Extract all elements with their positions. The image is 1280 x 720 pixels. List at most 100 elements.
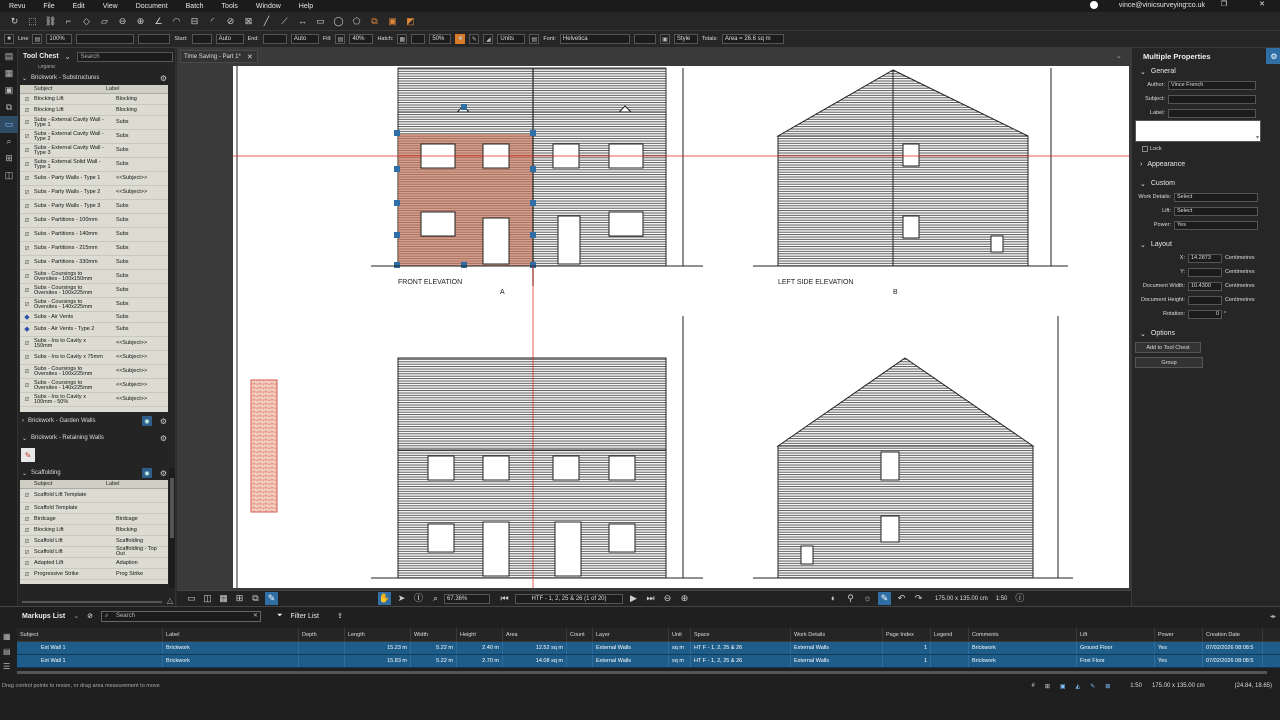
column-header[interactable]: Width xyxy=(411,628,457,641)
rotate-icon[interactable]: ↻ xyxy=(8,15,21,28)
tool-item[interactable]: ⧄ Subs - Party Walls - Type 1 <<Subject>> xyxy=(20,172,168,186)
tool-item[interactable]: ⧄ Subs - Coursings to Oversites - 100x150… xyxy=(20,270,168,284)
measure-color-icon[interactable]: ◢ xyxy=(483,34,494,44)
tool-item[interactable]: ⧄ Blocking Lift Blocking xyxy=(20,94,168,105)
count-icon[interactable]: ⊕ xyxy=(134,15,147,28)
thumbnails-icon[interactable]: ▤ xyxy=(0,48,18,65)
tool-item[interactable]: ⧄ Subs - Ins to Cavity x 100mm - 50% <<Sub… xyxy=(20,393,168,407)
document-width-field[interactable]: 10.4300 xyxy=(1188,281,1222,291)
close-window-icon[interactable]: ✕ xyxy=(1259,0,1265,8)
panel-collapse-icon[interactable]: ◂▸ xyxy=(1270,613,1276,620)
tool-item[interactable]: ⧄ Subs - Partitions - 100mm Subs xyxy=(20,214,168,228)
section-brickwork-substructures[interactable]: ⌄ Brickwork - Substructures ⚙ xyxy=(18,71,175,85)
line-icon[interactable]: ╱ xyxy=(260,15,273,28)
start-dropdown[interactable] xyxy=(191,34,212,44)
tool-item[interactable]: ⧄ Birdcage Birdcage xyxy=(20,514,168,525)
tool-mode-icon[interactable]: ◉ xyxy=(142,468,152,478)
end-auto-field[interactable]: Auto xyxy=(290,34,319,44)
zoom-field[interactable]: 67.36% xyxy=(444,593,490,604)
area-icon[interactable]: ◇ xyxy=(80,15,93,28)
menu-revu[interactable]: Revu xyxy=(9,3,25,10)
polylength-icon[interactable]: ⌐ xyxy=(62,15,75,28)
section-scaffolding[interactable]: ⌄ Scaffolding ◉ ⚙ xyxy=(18,466,175,480)
search-panel-icon[interactable]: ⌕ xyxy=(0,133,18,150)
info-icon[interactable]: ⓘ xyxy=(1013,592,1026,605)
column-header[interactable]: Label xyxy=(163,628,299,641)
section-custom[interactable]: ⌄ Custom xyxy=(1132,177,1280,190)
line-style-dropdown[interactable] xyxy=(76,34,135,44)
tool-item[interactable]: ⧄ Progressive Strike Prog Strike xyxy=(20,569,168,580)
tool-item[interactable]: ⧄ Subs - Coursings to Oversites - 100x225… xyxy=(20,284,168,298)
column-header[interactable]: Lift xyxy=(1077,628,1155,641)
text-select-icon[interactable]: Ⓘ xyxy=(412,592,425,605)
expand-icon[interactable]: ▾ xyxy=(1256,134,1259,141)
section-layout[interactable]: ⌄ Layout xyxy=(1132,238,1280,251)
tab-menu-icon[interactable]: ⌄ xyxy=(1116,52,1122,60)
markups-hscroll[interactable] xyxy=(17,671,1267,674)
gear-icon[interactable]: ⚙ xyxy=(160,74,167,83)
dimension-icon[interactable]: ↔ xyxy=(296,15,309,28)
forward-icon[interactable]: ⊕ xyxy=(678,592,691,605)
column-header[interactable]: Subject xyxy=(17,628,163,641)
document-height-field[interactable] xyxy=(1188,295,1222,305)
subject-field[interactable] xyxy=(1168,94,1256,104)
column-header[interactable]: Page Index xyxy=(883,628,931,641)
calibrate-icon[interactable]: ⊠ xyxy=(242,15,255,28)
tool-item[interactable]: ⧄ Scaffold Lift Template xyxy=(20,489,168,503)
polygon-icon[interactable]: ⬠ xyxy=(350,15,363,28)
rotation-field[interactable]: 0 xyxy=(1188,309,1222,319)
markup-area-selected[interactable] xyxy=(398,134,533,266)
contrast-icon[interactable]: ◐ xyxy=(827,592,840,605)
column-header[interactable]: Depth xyxy=(299,628,345,641)
section-brickwork-retaining-walls[interactable]: ⌄ Brickwork - Retaining Walls ⚙ xyxy=(18,431,175,445)
next-page-icon[interactable]: ▶ xyxy=(627,592,640,605)
perimeter-icon[interactable]: ▱ xyxy=(98,15,111,28)
menu-document[interactable]: Document xyxy=(136,3,168,10)
tool-item[interactable]: ⧄ Subs - Ins to Cavity x 150mm <<Subject>> xyxy=(20,337,168,351)
hatch-pattern-icon[interactable]: ▦ xyxy=(397,34,408,44)
section-brickwork-garden-walls[interactable]: › Brickwork - Garden Walls ◉ ⚙ xyxy=(18,414,175,428)
tool-item[interactable]: ⧄ Subs - Partitions - 215mm Subs xyxy=(20,242,168,256)
link-icon[interactable]: ⛓ xyxy=(44,15,57,28)
layers-icon[interactable]: ⊞ xyxy=(0,150,18,167)
gear-icon[interactable]: ⚙ xyxy=(160,417,167,426)
totals-dropdown[interactable]: Area = 26.6 sq m xyxy=(721,34,784,44)
column-header[interactable]: Legend xyxy=(931,628,969,641)
brush-icon[interactable]: ✎ xyxy=(469,34,480,44)
tool-item[interactable]: ◆ Subs - Air Vents Subs xyxy=(20,312,168,323)
stamp-icon[interactable]: ▣ xyxy=(386,15,399,28)
gear-icon[interactable]: ⚙ xyxy=(160,469,167,478)
tool-chest-icon[interactable]: ▭ xyxy=(0,116,18,133)
reuse-icon[interactable]: ✎ xyxy=(1090,683,1095,690)
menu-view[interactable]: View xyxy=(103,3,118,10)
hatch-opacity-field[interactable]: 50% xyxy=(429,34,452,44)
gear-icon[interactable]: ⚙ xyxy=(160,434,167,443)
sync-icon[interactable]: ⊠ xyxy=(1105,683,1110,690)
tool-item[interactable]: ⧄ Subs - Coursings to Oversites - 100x225… xyxy=(20,365,168,379)
tool-item[interactable]: ⧄ Subs - Coursings to Oversites - 140x225… xyxy=(20,379,168,393)
polyline-icon[interactable]: ⟋ xyxy=(278,15,291,28)
snap-markup-icon[interactable]: ◭ xyxy=(1076,683,1081,690)
tool-item[interactable]: ⧄ Blocking Lift Blocking xyxy=(20,105,168,116)
tool-item[interactable]: ⧄ Blocking Lift Blocking xyxy=(20,525,168,536)
restore-icon[interactable]: ❐ xyxy=(1221,0,1227,8)
redo-icon[interactable]: ↷ xyxy=(912,592,925,605)
column-header[interactable]: Power xyxy=(1155,628,1203,641)
lift-dropdown[interactable]: Select xyxy=(1174,206,1258,216)
arc-icon[interactable]: ◜ xyxy=(206,15,219,28)
work-details-dropdown[interactable]: Select xyxy=(1174,192,1258,202)
column-header[interactable]: Area xyxy=(503,628,567,641)
document-tab[interactable]: Time Saving - Part 1* ✕ xyxy=(180,50,258,63)
column-header[interactable]: Work Details xyxy=(791,628,883,641)
menu-batch[interactable]: Batch xyxy=(186,3,204,10)
markup-row[interactable]: Ext Wall 1 Brickwork 15.23 m 5.22 m 2.40 m 12… xyxy=(17,642,1280,655)
markups-menu-icon[interactable]: ⌄ xyxy=(73,612,79,620)
radius-icon[interactable]: ◠ xyxy=(170,15,183,28)
section-options[interactable]: ⌄ Options xyxy=(1132,327,1280,340)
first-page-icon[interactable]: ⏮ xyxy=(498,592,511,605)
hide-markups-icon[interactable]: ⊘ xyxy=(87,612,93,620)
tool-item[interactable]: ⧄ Adapted Lift Adaption xyxy=(20,558,168,569)
tool-item[interactable]: ⧄ Subs - Partitions - 330mm Subs xyxy=(20,256,168,270)
retaining-walls-tool[interactable]: ✎ xyxy=(21,448,35,462)
snap-grid-icon[interactable]: ⊞ xyxy=(1045,683,1050,690)
